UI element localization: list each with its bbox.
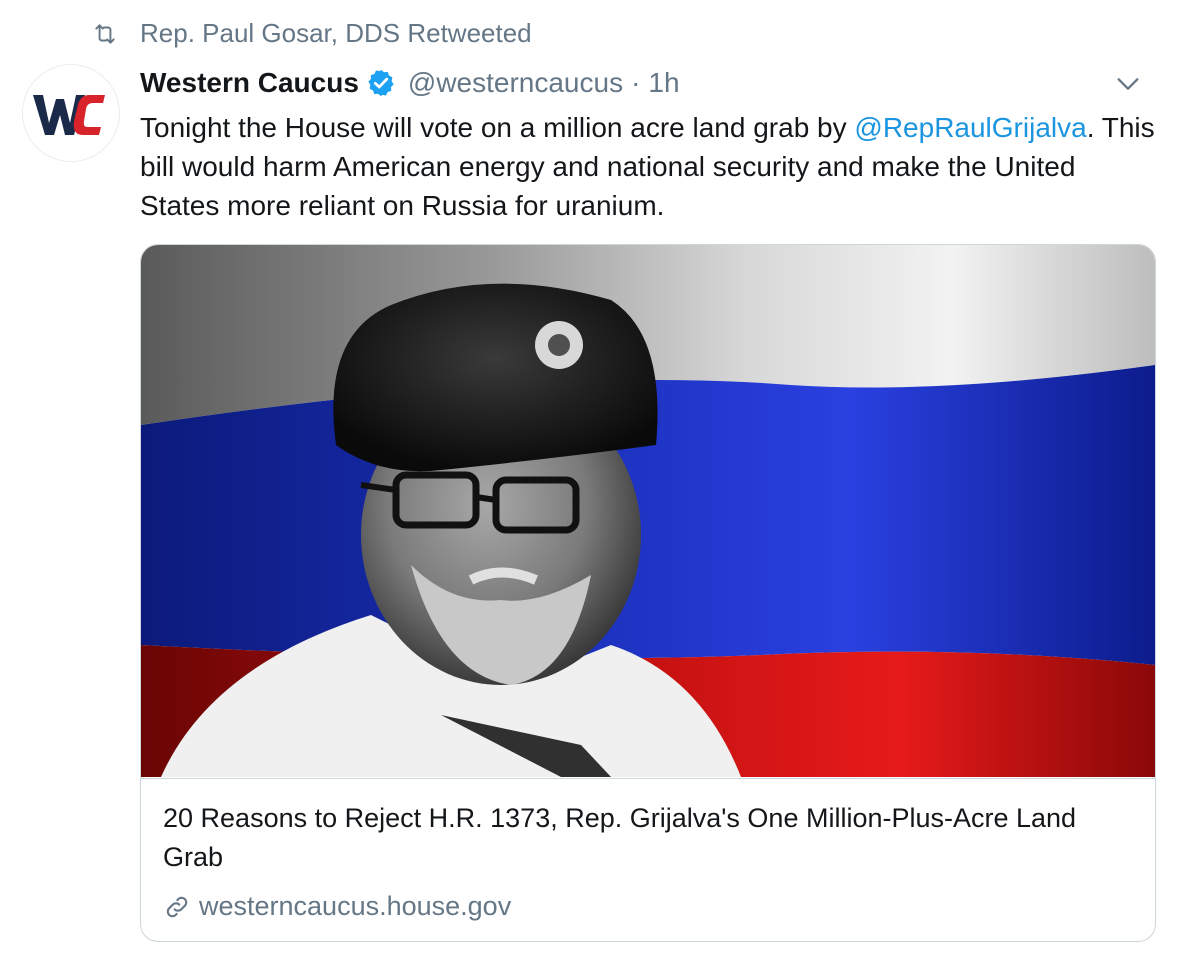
western-caucus-logo xyxy=(23,65,119,161)
tweet-text: Tonight the House will vote on a million… xyxy=(140,108,1160,225)
card-body[interactable]: 20 Reasons to Reject H.R. 1373, Rep. Gri… xyxy=(141,778,1155,941)
avatar[interactable] xyxy=(22,64,120,162)
user-handle[interactable]: @westerncaucus xyxy=(408,67,623,99)
card-domain-link[interactable]: westerncaucus.house.gov xyxy=(163,891,511,922)
card-image-graphic xyxy=(141,245,1155,777)
tweet-text-part-1: Tonight the House will vote on a million… xyxy=(140,112,855,143)
separator-dot: · xyxy=(631,67,641,98)
link-card[interactable]: 20 Reasons to Reject H.R. 1373, Rep. Gri… xyxy=(140,244,1156,942)
retweet-context[interactable]: Rep. Paul Gosar, DDS Retweeted xyxy=(92,18,532,49)
retweet-icon xyxy=(95,23,115,44)
mention-link[interactable]: @RepRaulGrijalva xyxy=(854,112,1086,143)
card-domain: westerncaucus.house.gov xyxy=(199,891,512,921)
display-name[interactable]: Western Caucus xyxy=(140,67,359,99)
verified-badge-icon xyxy=(368,69,394,97)
retweet-label: Rep. Paul Gosar, DDS Retweeted xyxy=(140,18,532,48)
tweet-timestamp[interactable]: 1h xyxy=(648,67,679,99)
chevron-down-icon[interactable] xyxy=(1114,70,1142,98)
card-title[interactable]: 20 Reasons to Reject H.R. 1373, Rep. Gri… xyxy=(163,799,1133,877)
tweet-header: Western Caucus @westerncaucus · 1h xyxy=(140,62,1160,104)
link-icon xyxy=(166,896,188,917)
card-image[interactable] xyxy=(141,245,1155,777)
